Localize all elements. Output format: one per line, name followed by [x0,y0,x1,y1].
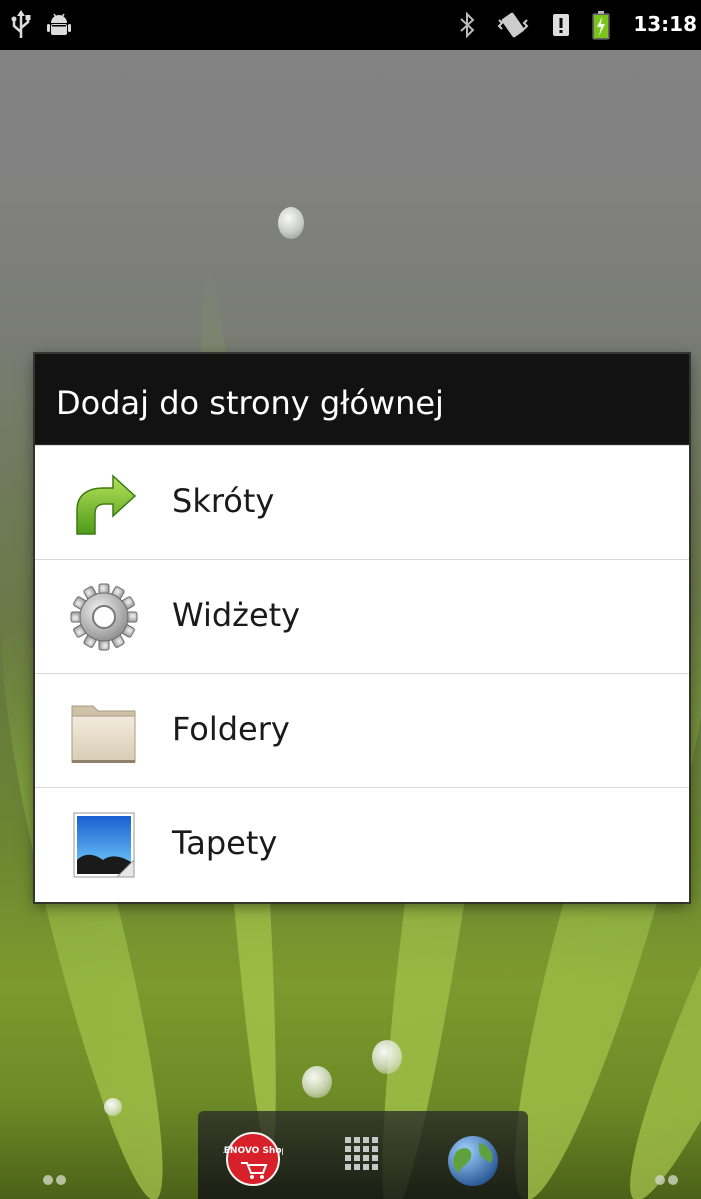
menu-item-label: Skróty [172,482,275,520]
home-screen: 13:18 Dodaj do strony głównej Skróty Wid… [0,0,701,1199]
wallpaper-icon [73,812,135,878]
dialog-title-bar: Dodaj do strony głównej [35,354,689,445]
lenovo-shop-badge-text: LENOVO Shop [223,1146,283,1156]
gear-icon [70,583,138,651]
bluetooth-icon [460,11,475,39]
shortcut-arrow-icon [76,474,137,535]
dialog-title: Dodaj do strony głównej [56,384,444,422]
usb-icon [11,10,31,38]
menu-item-label: Widżety [172,596,301,634]
battery-charging-icon [592,11,610,40]
alert-icon [553,14,569,36]
lenovo-shop-icon[interactable]: LENOVO Shop [223,1129,283,1189]
status-time: 13:18 [633,12,697,36]
android-debug-icon [47,13,71,35]
vibrate-icon [497,12,529,38]
menu-item-label: Tapety [172,824,278,862]
browser-globe-icon[interactable] [443,1129,503,1189]
page-indicator-left[interactable] [40,1173,70,1187]
menu-item-folders[interactable]: Foldery [35,673,689,787]
menu-item-label: Foldery [172,710,290,748]
menu-item-shortcuts[interactable]: Skróty [35,445,689,559]
status-bar: 13:18 [0,0,701,50]
folder-icon [71,705,136,763]
menu-item-widgets[interactable]: Widżety [35,559,689,673]
dock: LENOVO Shop [198,1111,528,1199]
app-drawer-icon[interactable] [333,1129,393,1189]
page-indicator-right[interactable] [652,1173,682,1187]
add-to-home-dialog: Dodaj do strony głównej Skróty Widżety F… [35,354,689,902]
menu-item-wallpapers[interactable]: Tapety [35,787,689,901]
